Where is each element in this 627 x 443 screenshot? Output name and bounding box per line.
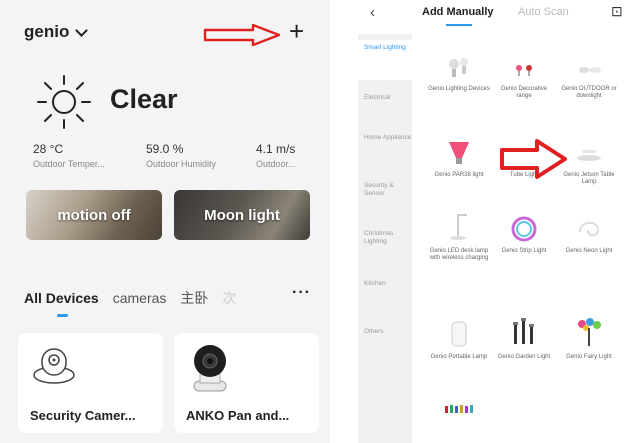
active-tab-indicator (57, 314, 68, 317)
chevron-down-icon (75, 23, 89, 37)
par38-bulb-icon (449, 142, 469, 164)
tab-cameras[interactable]: cameras (113, 290, 167, 306)
stat-label: Outdoor Temper... (33, 159, 105, 169)
bulb-icon (449, 58, 468, 77)
product-label: Genio PAR38 light (434, 172, 484, 178)
scene-label: motion off (57, 206, 131, 224)
tab-add-manually[interactable]: Add Manually (422, 6, 494, 18)
category-sidebar: Smart Lighting Electrical Home Appliance… (358, 34, 412, 443)
weather-condition: Clear (110, 84, 178, 114)
category-security-sensor[interactable]: Security & Sensor (358, 182, 412, 198)
product-label: Genio Lighting Devices (428, 86, 490, 92)
product-par38-light[interactable]: Genio PAR38 light (428, 134, 490, 179)
product-label: Genio Decorative range (500, 86, 548, 99)
device-card-security-camera[interactable]: Security Camer... (18, 333, 163, 433)
product-strip-light[interactable]: Genio Strip Light (493, 210, 555, 255)
category-kitchen[interactable]: Kitchen (358, 280, 412, 288)
decorative-bulb-icon (516, 65, 532, 76)
product-label: Genio Fairy Light (566, 354, 612, 360)
tab-master-bedroom[interactable]: 主卧 (180, 288, 208, 308)
tab-all-devices[interactable]: All Devices (24, 290, 99, 306)
product-portable-lamp[interactable]: Genio Portable Lamp (428, 316, 490, 361)
category-smart-lighting[interactable]: Smart Lighting (358, 40, 412, 80)
panel-gap (330, 0, 358, 443)
product-label: Genio Neon Light (565, 248, 613, 254)
device-name: Security Camer... (30, 408, 136, 423)
home-screen: genio + Clear 28 °C Outdoor Temper... 59… (0, 0, 330, 443)
category-christmas-lighting[interactable]: Christmas Lighting (358, 230, 412, 246)
neon-light-icon (579, 221, 600, 237)
scene-card-motion-off[interactable]: motion off (26, 190, 162, 240)
device-name: ANKO Pan and... (186, 408, 290, 423)
garden-light-icon (513, 318, 534, 344)
stat-label: Outdoor Humidity (146, 159, 217, 169)
security-camera-icon (33, 348, 75, 384)
product-label: Genio Garden Light (497, 354, 551, 360)
stat-label: Outdoor... (256, 159, 296, 169)
device-card-anko-pan[interactable]: ANKO Pan and... (174, 333, 319, 433)
fairy-light-icon (578, 318, 601, 346)
home-name-label: genio (24, 22, 70, 41)
room-tabs: All Devices cameras 主卧 次 (24, 288, 236, 308)
red-arrow-annotation-icon (203, 24, 281, 46)
product-label: Genio OUTDOOR or downlight (561, 86, 617, 99)
downlight-icon (579, 67, 601, 73)
scene-card-moon-light[interactable]: Moon light (174, 190, 310, 240)
product-fairy-light[interactable]: Genio Fairy Light (558, 316, 620, 361)
home-selector[interactable]: genio (24, 22, 89, 42)
sun-icon (37, 75, 91, 129)
desk-lamp-icon (450, 214, 467, 240)
outdoor-humidity: 59.0 % Outdoor Humidity (146, 142, 216, 169)
portable-lamp-icon (451, 321, 467, 347)
product-lighting-devices[interactable]: Genio Lighting Devices (428, 48, 490, 93)
active-tab-indicator (446, 24, 472, 26)
outdoor-temperature: 28 °C Outdoor Temper... (33, 142, 105, 169)
category-electrical[interactable]: Electrical (358, 94, 412, 102)
pan-tilt-camera-icon (193, 345, 227, 392)
string-light-icon (445, 405, 473, 413)
add-device-button[interactable]: + (289, 18, 304, 44)
outdoor-wind: 4.1 m/s Outdoor... (256, 142, 296, 169)
tab-second-bedroom[interactable]: 次 (222, 288, 236, 308)
scene-label: Moon light (204, 206, 280, 224)
table-lamp-icon (577, 150, 601, 161)
strip-light-icon (511, 216, 537, 242)
scan-icon[interactable]: ⊡ (611, 3, 623, 20)
stat-value: 28 °C (33, 142, 64, 156)
stat-value: 4.1 m/s (256, 142, 296, 156)
product-led-desk-lamp[interactable]: Genio LED desk lamp with wireless chargi… (428, 210, 490, 262)
category-others[interactable]: Others (358, 328, 412, 336)
product-label: Genio Portable Lamp (430, 354, 488, 360)
plus-icon: + (289, 16, 305, 46)
product-label: Genio Strip Light (501, 248, 547, 254)
stat-value: 59.0 % (146, 142, 184, 156)
product-label: Genio LED desk lamp with wireless chargi… (429, 248, 489, 261)
tab-auto-scan[interactable]: Auto Scan (518, 6, 569, 18)
more-options-button[interactable]: ··· (292, 284, 311, 302)
category-home-appliance[interactable]: Home Appliance (358, 134, 412, 142)
product-garden-light[interactable]: Genio Garden Light (493, 316, 555, 361)
product-decorative-range[interactable]: Genio Decorative range (493, 48, 555, 100)
red-arrow-annotation-icon (500, 139, 567, 179)
back-button[interactable]: ‹ (370, 4, 375, 21)
product-neon-light[interactable]: Genio Neon Light (558, 210, 620, 255)
product-outdoor-downlight[interactable]: Genio OUTDOOR or downlight (558, 48, 620, 100)
add-device-screen: ‹ Add Manually Auto Scan ⊡ Smart Lightin… (358, 0, 627, 443)
